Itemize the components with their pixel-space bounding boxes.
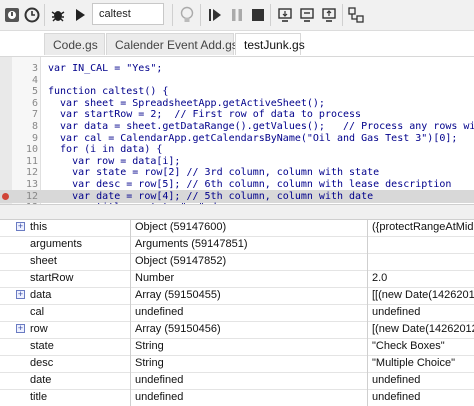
- variable-name: startRow: [30, 272, 74, 284]
- tab-calender-event-add[interactable]: Calender Event Add.gs: [106, 33, 238, 55]
- expand-icon[interactable]: +: [16, 324, 25, 333]
- variable-name-cell: + this: [0, 219, 131, 236]
- variable-name-cell: sheet: [0, 253, 131, 270]
- variable-type: Number: [135, 270, 368, 287]
- variable-name: arguments: [30, 238, 82, 250]
- variable-name-cell: state: [0, 338, 131, 355]
- variable-value: [[(new Date(14262012: [372, 289, 474, 301]
- variable-name-cell: cal: [0, 304, 131, 321]
- variable-name: state: [30, 340, 54, 352]
- variable-value: [372, 236, 474, 253]
- expand-icon[interactable]: +: [16, 290, 25, 299]
- variable-value: [372, 253, 474, 270]
- variable-value: ({protectRangeAtMidn: [372, 221, 474, 233]
- variable-name: desc: [30, 357, 54, 369]
- variable-type: Object (59147600): [135, 219, 368, 236]
- tab-label: testJunk.gs: [244, 38, 305, 52]
- code-editor[interactable]: 3 var IN_CAL = "Yes"; 4 5 function caltest()…: [0, 56, 474, 204]
- variable-type: Array (59150456): [135, 321, 368, 338]
- variable-row[interactable]: desc String "Multiple Choice": [0, 355, 474, 373]
- variable-name-cell: + row: [0, 321, 131, 338]
- step-return-icon[interactable]: [319, 5, 339, 25]
- variable-row[interactable]: + this Object (59147600) ({protectRangeAtMi…: [0, 219, 474, 237]
- variable-value: undefined: [372, 374, 421, 386]
- variable-value: [(new Date(14262012: [372, 323, 474, 335]
- pane-divider[interactable]: [0, 204, 474, 220]
- variable-value: undefined: [372, 306, 421, 318]
- function-select[interactable]: caltest: [92, 3, 164, 25]
- variable-value: "Multiple Choice": [372, 357, 456, 369]
- variable-type: Arguments (59147851): [135, 236, 368, 253]
- variable-name: cal: [30, 306, 45, 318]
- variable-row[interactable]: state String "Check Boxes": [0, 338, 474, 356]
- play-icon[interactable]: [70, 5, 90, 25]
- variable-type: String: [135, 355, 368, 372]
- variable-name: title: [30, 391, 48, 403]
- tab-label: Calender Event Add.gs: [115, 38, 238, 52]
- variable-type: undefined: [135, 304, 368, 321]
- variable-type: Object (59147852): [135, 253, 368, 270]
- variable-value: 2.0: [372, 272, 388, 284]
- variable-row[interactable]: cal undefined undefined: [0, 304, 474, 322]
- expand-icon[interactable]: +: [16, 222, 25, 231]
- bug-icon[interactable]: [48, 5, 68, 25]
- variable-row[interactable]: arguments Arguments (59147851): [0, 236, 474, 254]
- variable-name-cell: desc: [0, 355, 131, 372]
- step-into-icon[interactable]: [205, 5, 225, 25]
- layout-icon[interactable]: [346, 5, 366, 25]
- lock-icon[interactable]: [2, 5, 22, 25]
- variable-row[interactable]: + row Array (59150456) [(new Date(14262012: [0, 321, 474, 339]
- step-out-icon[interactable]: [297, 5, 317, 25]
- variable-row[interactable]: title undefined undefined: [0, 389, 474, 406]
- variable-name: date: [30, 374, 52, 386]
- variable-type: Array (59150455): [135, 287, 368, 304]
- variable-name-cell: date: [0, 372, 131, 389]
- variable-row[interactable]: sheet Object (59147852): [0, 253, 474, 271]
- variable-name-cell: arguments: [0, 236, 131, 253]
- variable-row[interactable]: date undefined undefined: [0, 372, 474, 390]
- variable-value: undefined: [372, 391, 421, 403]
- variable-type: undefined: [135, 389, 368, 406]
- stop-icon[interactable]: [248, 5, 268, 25]
- tab-code-gs[interactable]: Code.gs: [44, 33, 105, 55]
- variable-type: String: [135, 338, 368, 355]
- variable-row[interactable]: + data Array (59150455) [[(new Date(1426201…: [0, 287, 474, 305]
- variable-type: undefined: [135, 372, 368, 389]
- function-select-value: caltest: [99, 8, 131, 20]
- pause-icon[interactable]: [227, 5, 247, 25]
- variable-name: sheet: [30, 255, 57, 267]
- lightbulb-icon[interactable]: [177, 5, 197, 25]
- variable-name: row: [30, 323, 48, 335]
- variable-name-cell: startRow: [0, 270, 131, 287]
- tab-testjunk[interactable]: testJunk.gs: [235, 33, 305, 55]
- variable-name: this: [30, 221, 48, 233]
- variable-name-cell: + data: [0, 287, 131, 304]
- toolbar: caltest: [0, 0, 474, 31]
- breakpoint-icon[interactable]: [2, 192, 9, 200]
- step-over-icon[interactable]: [275, 5, 295, 25]
- debugger-variables: + this Object (59147600) ({protectRangeAtMi…: [0, 219, 474, 406]
- variable-row[interactable]: startRow Number 2.0: [0, 270, 474, 288]
- tab-label: Code.gs: [53, 38, 98, 52]
- variable-name-cell: title: [0, 389, 131, 406]
- clock-icon[interactable]: [22, 5, 42, 25]
- variable-value: "Check Boxes": [372, 340, 445, 352]
- variable-name: data: [30, 289, 52, 301]
